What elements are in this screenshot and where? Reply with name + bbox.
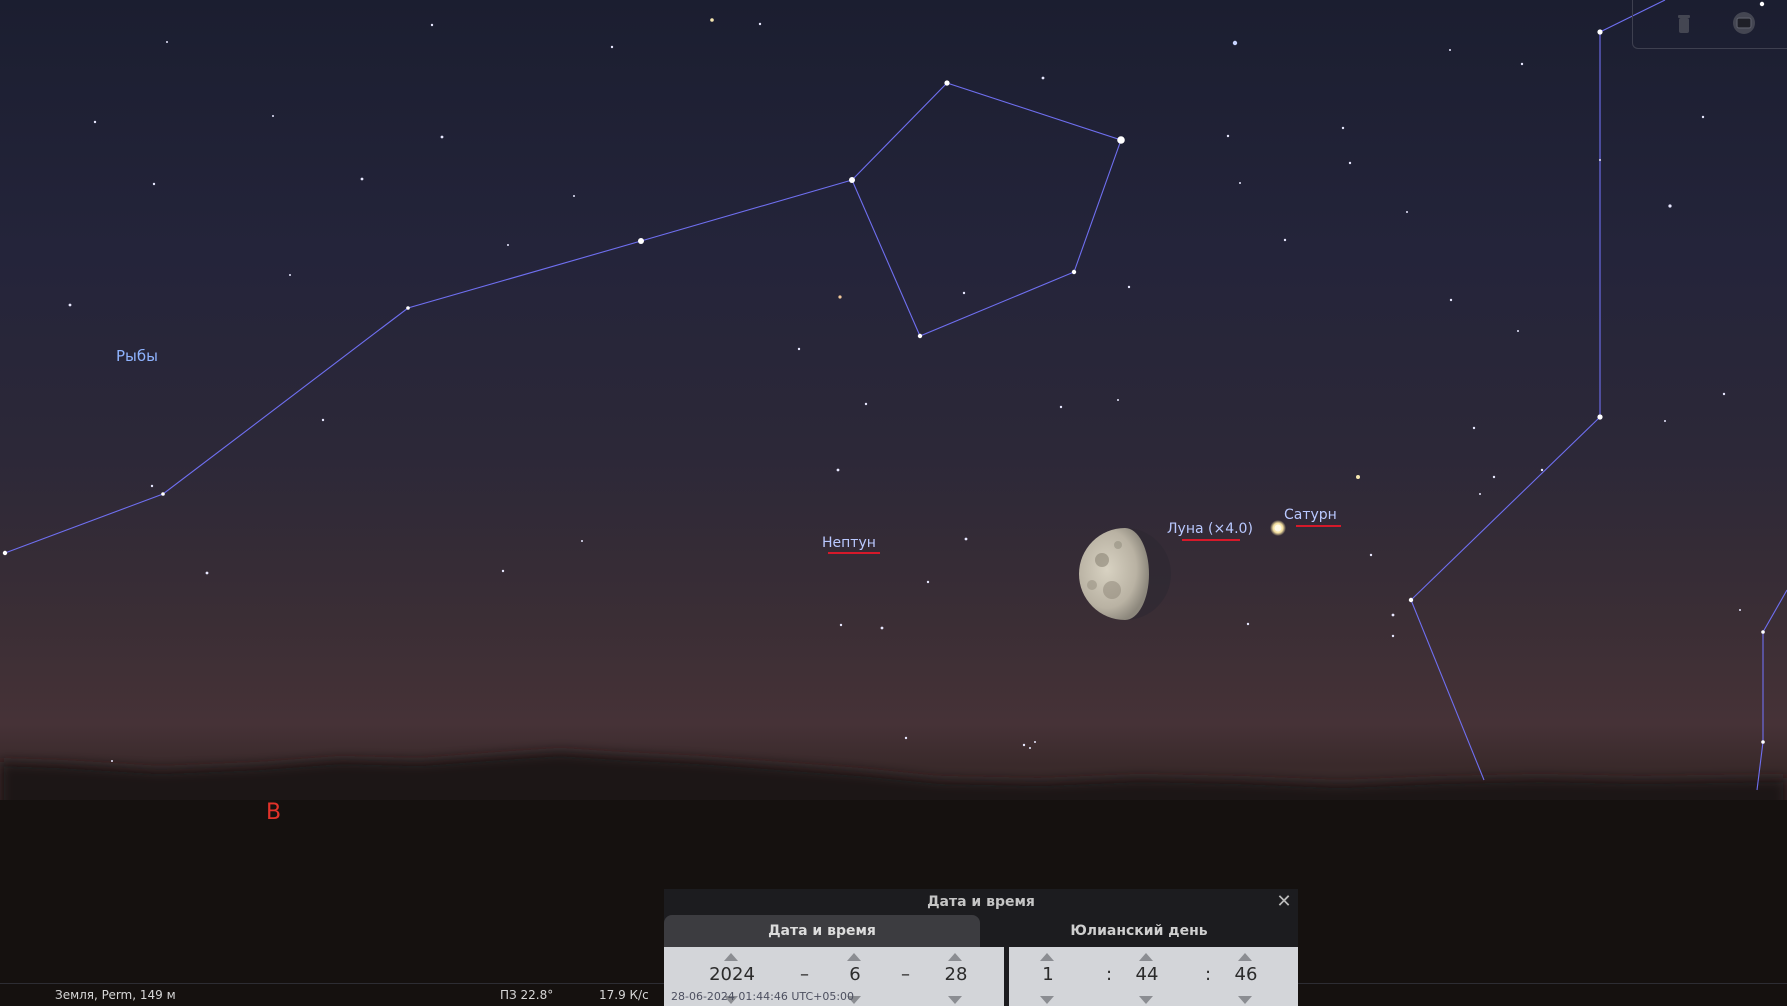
hour-value[interactable]: 1 bbox=[1018, 964, 1078, 985]
line-stars bbox=[2, 1, 1765, 744]
minute-value[interactable]: 44 bbox=[1117, 964, 1177, 985]
background-stars bbox=[68, 18, 1741, 762]
pisces-line bbox=[4, 179, 853, 554]
cardinal-direction-east: В bbox=[266, 800, 282, 825]
hour-down-arrow-icon[interactable] bbox=[1040, 996, 1054, 1004]
neptune-label[interactable]: Нептун bbox=[822, 535, 876, 551]
hour-spinner[interactable]: 1 bbox=[1018, 947, 1078, 1006]
close-icon[interactable]: ✕ bbox=[1274, 892, 1294, 912]
second-spinner[interactable]: 46 bbox=[1216, 947, 1276, 1006]
right-edge-line bbox=[1756, 589, 1787, 791]
year-value[interactable]: 2024 bbox=[702, 964, 762, 985]
month-value[interactable]: 6 bbox=[825, 964, 885, 985]
second-down-arrow-icon[interactable] bbox=[1238, 996, 1252, 1004]
time-panel: 1 : 44 : 46 bbox=[1009, 947, 1298, 1006]
sky-view[interactable]: Рыбы Нептун Луна (×4.0) Сатурн В bbox=[0, 0, 1787, 1006]
saturn-label[interactable]: Сатурн bbox=[1284, 507, 1337, 523]
dialog-title[interactable]: Дата и время bbox=[664, 889, 1298, 915]
month-up-arrow-icon[interactable] bbox=[847, 953, 861, 961]
year-up-arrow-icon[interactable] bbox=[724, 953, 738, 961]
day-spinner[interactable]: 28 bbox=[926, 947, 986, 1006]
top-right-toolbar bbox=[1632, 0, 1787, 49]
moon-label[interactable]: Луна (×4.0) bbox=[1167, 521, 1253, 537]
minute-spinner[interactable]: 44 bbox=[1117, 947, 1177, 1006]
day-up-arrow-icon[interactable] bbox=[948, 953, 962, 961]
time-separator: : bbox=[1106, 964, 1113, 985]
date-separator: – bbox=[800, 964, 809, 985]
status-fps: 17.9 К/с bbox=[599, 988, 649, 1002]
tab-julian-day[interactable]: Юлианский день bbox=[980, 915, 1298, 947]
sky-canvas bbox=[0, 0, 1787, 1006]
saturn-marker bbox=[1296, 525, 1341, 527]
tab-date-time[interactable]: Дата и время bbox=[664, 915, 980, 947]
minute-up-arrow-icon[interactable] bbox=[1139, 953, 1153, 961]
pegasus-square bbox=[851, 82, 1122, 337]
constellation-label-pisces: Рыбы bbox=[116, 347, 158, 365]
moon-disc bbox=[1079, 528, 1171, 620]
date-separator: – bbox=[901, 964, 910, 985]
status-location[interactable]: Земля, Perm, 149 м bbox=[55, 988, 176, 1002]
status-fov: ПЗ 22.8° bbox=[500, 988, 554, 1002]
constellation-lines bbox=[4, 0, 1787, 791]
right-constellation-line bbox=[1410, 32, 1601, 781]
day-down-arrow-icon[interactable] bbox=[948, 996, 962, 1004]
minute-down-arrow-icon[interactable] bbox=[1139, 996, 1153, 1004]
second-value[interactable]: 46 bbox=[1216, 964, 1276, 985]
second-up-arrow-icon[interactable] bbox=[1238, 953, 1252, 961]
window-icon[interactable] bbox=[1731, 10, 1757, 36]
trash-icon[interactable] bbox=[1671, 10, 1697, 36]
date-time-dialog: Дата и время ✕ Дата и время Юлианский де… bbox=[664, 889, 1298, 1006]
status-datetime[interactable]: 28-06-2024 01:44:46 UTC+05:00 bbox=[671, 990, 854, 1003]
day-value[interactable]: 28 bbox=[926, 964, 986, 985]
hour-up-arrow-icon[interactable] bbox=[1040, 953, 1054, 961]
neptune-marker bbox=[828, 552, 880, 554]
moon-marker bbox=[1182, 539, 1240, 541]
time-separator: : bbox=[1205, 964, 1212, 985]
